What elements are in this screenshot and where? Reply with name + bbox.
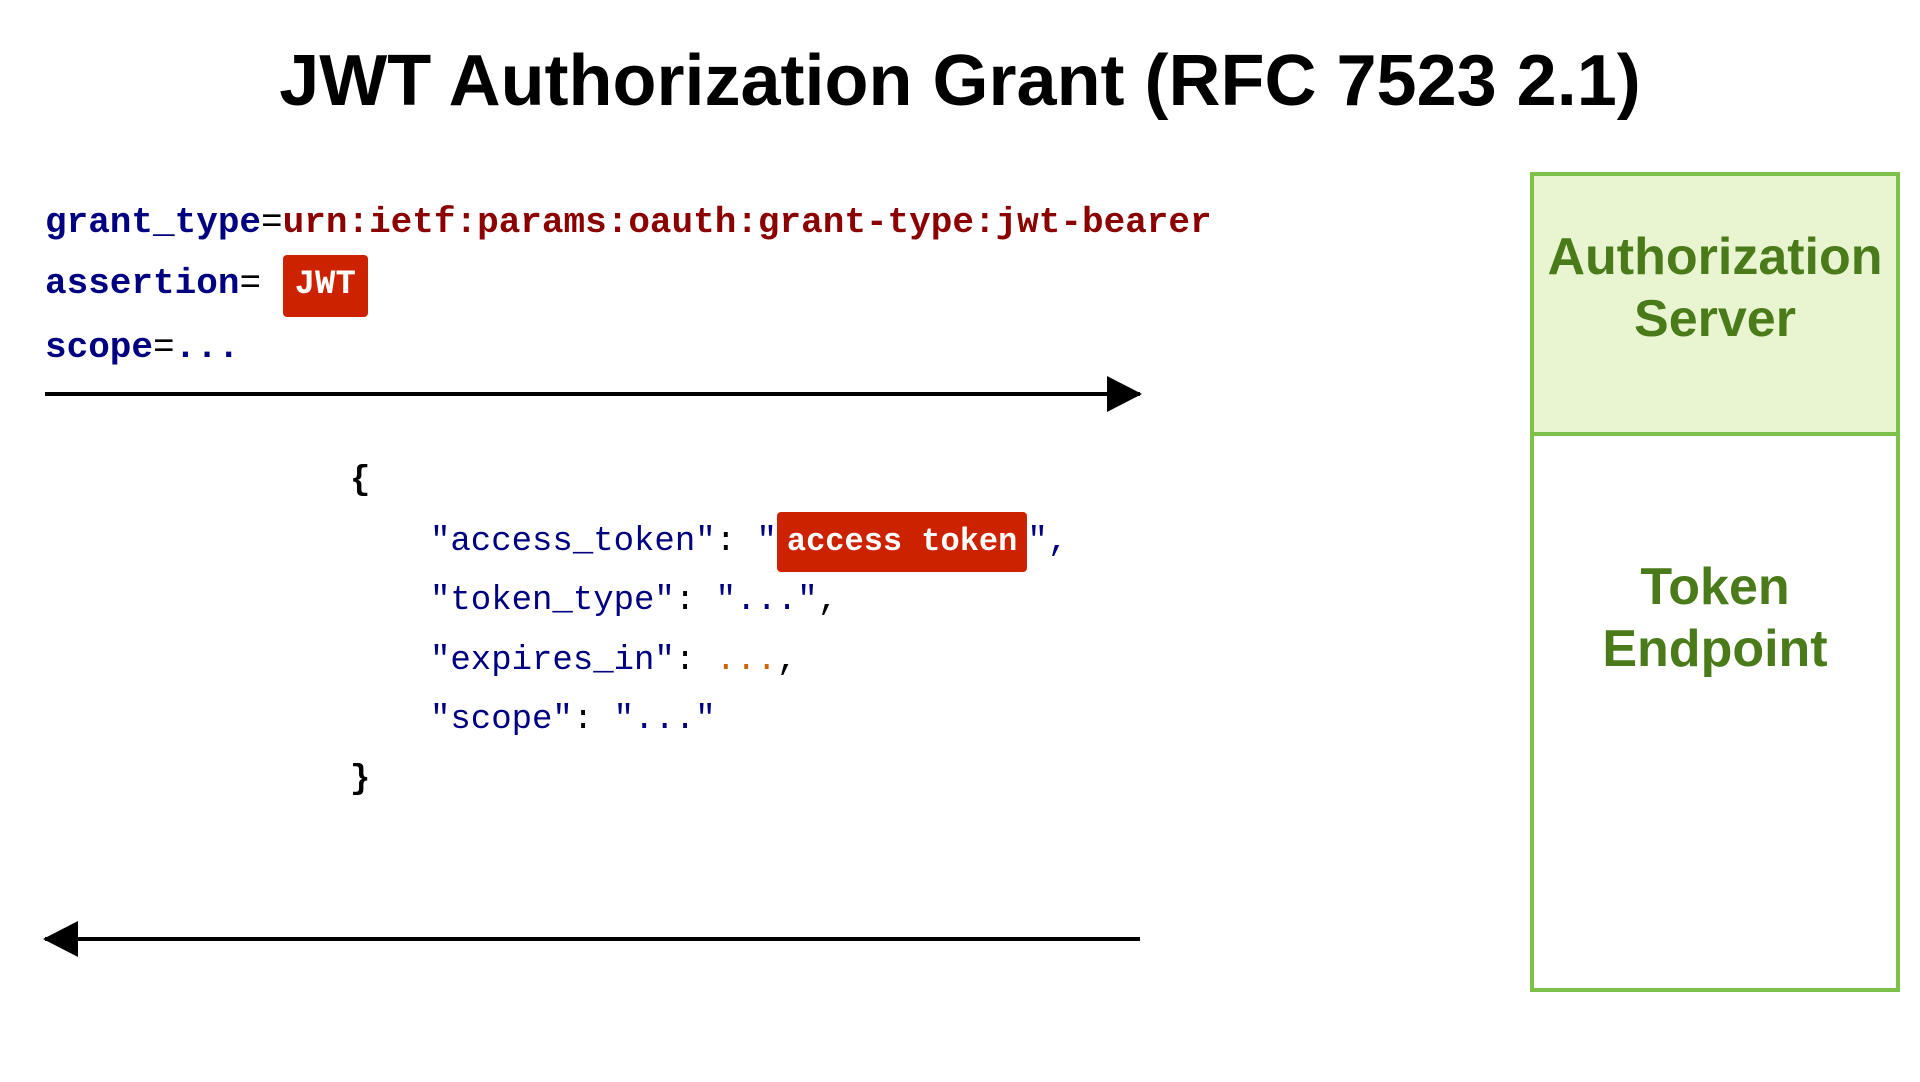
token-type-key: "token_type" bbox=[430, 582, 675, 620]
auth-server-label: AuthorizationServer bbox=[1534, 176, 1896, 351]
grant-type-eq: = bbox=[261, 202, 283, 243]
scope-resp-value: "..." bbox=[614, 701, 716, 739]
page-title: JWT Authorization Grant (RFC 7523 2.1) bbox=[0, 0, 1920, 162]
open-brace: { bbox=[350, 462, 370, 500]
request-arrow bbox=[45, 392, 1140, 396]
grant-type-key: grant_type bbox=[45, 202, 261, 243]
access-token-key: "access_token" bbox=[430, 523, 716, 561]
assertion-eq: = bbox=[239, 263, 261, 304]
token-type-value: "..." bbox=[716, 582, 818, 620]
assertion-key: assertion bbox=[45, 263, 239, 304]
scope-value: ... bbox=[175, 327, 240, 368]
request-params: grant_type=urn:ietf:params:oauth:grant-t… bbox=[45, 192, 1212, 378]
grant-type-value: urn:ietf:params:oauth:grant-type:jwt-bea… bbox=[283, 202, 1212, 243]
expires-in-value: ... bbox=[716, 642, 777, 680]
scope-eq: = bbox=[153, 327, 175, 368]
json-response: { "access_token": "access token", "token… bbox=[350, 452, 1068, 810]
scope-resp-key: "scope" bbox=[430, 701, 573, 739]
jwt-badge: JWT bbox=[283, 255, 368, 317]
token-endpoint-box: TokenEndpoint bbox=[1530, 432, 1900, 992]
scope-key: scope bbox=[45, 327, 153, 368]
expires-in-key: "expires_in" bbox=[430, 642, 675, 680]
token-endpoint-label: TokenEndpoint bbox=[1534, 436, 1896, 681]
close-brace: } bbox=[350, 761, 370, 799]
access-token-badge: access token bbox=[777, 512, 1027, 572]
response-arrow bbox=[45, 937, 1140, 941]
